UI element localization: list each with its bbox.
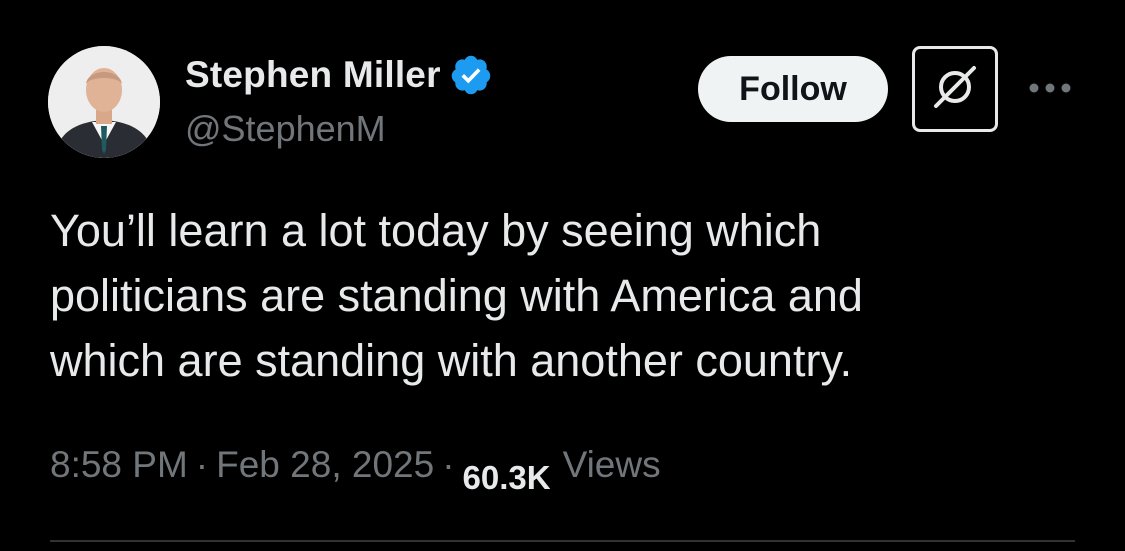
tweet-text-line: You’ll learn a lot today by seeing which: [50, 205, 822, 256]
grok-button[interactable]: [912, 46, 998, 132]
views-count: 60.3K: [462, 459, 551, 496]
tweet-text-line: which are standing with another country.: [50, 335, 853, 386]
meta-separator: ·: [195, 444, 209, 485]
tweet-text-line: politicians are standing with America an…: [50, 270, 863, 321]
more-icon: [1028, 81, 1072, 99]
tweet-meta: 8:58 PM · Feb 28, 2025 · 60.3K Views: [50, 444, 661, 504]
tweet-text: You’ll learn a lot today by seeing which…: [50, 198, 1080, 393]
views-label: Views: [562, 444, 661, 485]
avatar[interactable]: [48, 46, 160, 158]
tweet-date[interactable]: Feb 28, 2025: [216, 444, 434, 486]
author-name-row: Stephen Miller: [185, 52, 493, 98]
tweet-time[interactable]: 8:58 PM: [50, 444, 188, 486]
grok-icon: [928, 60, 982, 119]
author-display-name[interactable]: Stephen Miller: [185, 54, 441, 96]
meta-separator: ·: [442, 444, 455, 485]
verified-badge-icon: [449, 53, 493, 97]
author-handle[interactable]: @StephenM: [185, 108, 386, 150]
follow-button[interactable]: Follow: [698, 56, 888, 122]
divider: [50, 540, 1075, 542]
more-options-button[interactable]: [1026, 70, 1074, 110]
